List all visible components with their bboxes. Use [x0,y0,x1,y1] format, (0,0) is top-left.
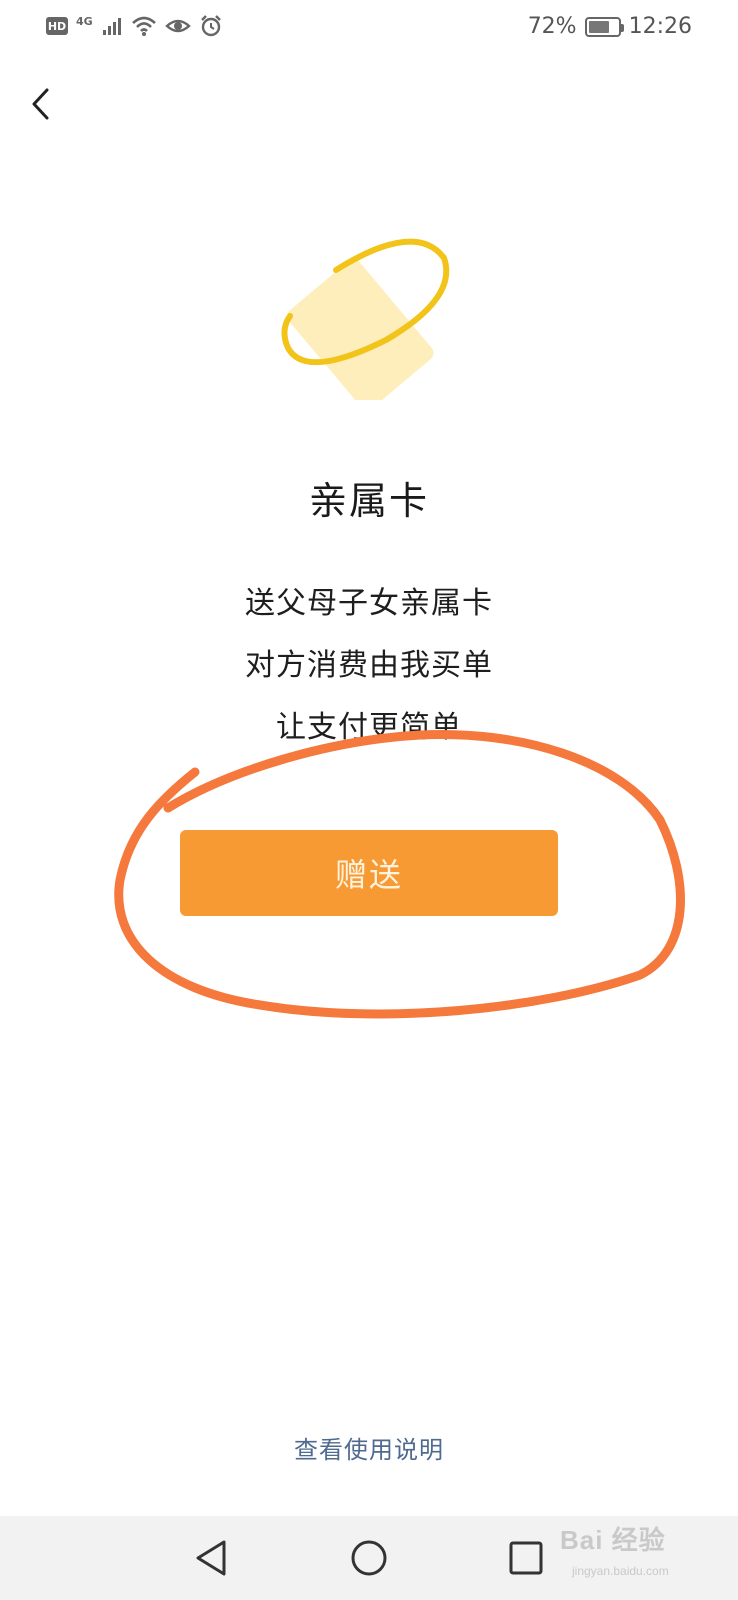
eye-icon [164,19,191,33]
signal-icon [102,18,121,35]
battery-fill [588,20,609,33]
clock: 12:26 [628,14,692,39]
chevron-left-icon [32,88,49,120]
description-line-3: 让支付更简单 [276,710,462,745]
screen: HD 4G 72% 12:26 亲属卡 送父母子女亲属卡 对方消费由我买单 让支… [0,0,738,1600]
page-title: 亲属卡 [308,479,429,523]
back-button[interactable] [22,84,62,124]
usage-guide-link[interactable]: 查看使用说明 [0,1430,738,1465]
family-card-icon [281,238,450,400]
description-line-1: 送父母子女亲属卡 [245,586,493,621]
nav-home-button[interactable] [345,1534,393,1582]
description-line-2: 对方消费由我买单 [245,648,493,683]
status-left: HD 4G [46,14,223,38]
nav-home-icon [351,1540,387,1576]
battery-icon [584,16,624,37]
battery-percent: 72% [527,14,577,39]
alarm-icon [200,15,221,37]
gift-button[interactable]: 赠送 [180,830,558,916]
watermark-sub: jingyan.baidu.com [572,1564,669,1578]
status-right: 72% 12:26 [528,14,692,39]
status-bar: HD 4G 72% 12:26 [0,0,738,64]
nav-recent-icon [509,1541,543,1575]
nav-back-button[interactable] [188,1534,236,1582]
nav-recent-button[interactable] [502,1534,550,1582]
hd-badge: HD [46,17,68,35]
watermark: Bai 经验 [560,1525,666,1555]
nav-back-icon [196,1540,226,1576]
wifi-icon [131,16,156,36]
network-label: 4G [76,14,93,28]
